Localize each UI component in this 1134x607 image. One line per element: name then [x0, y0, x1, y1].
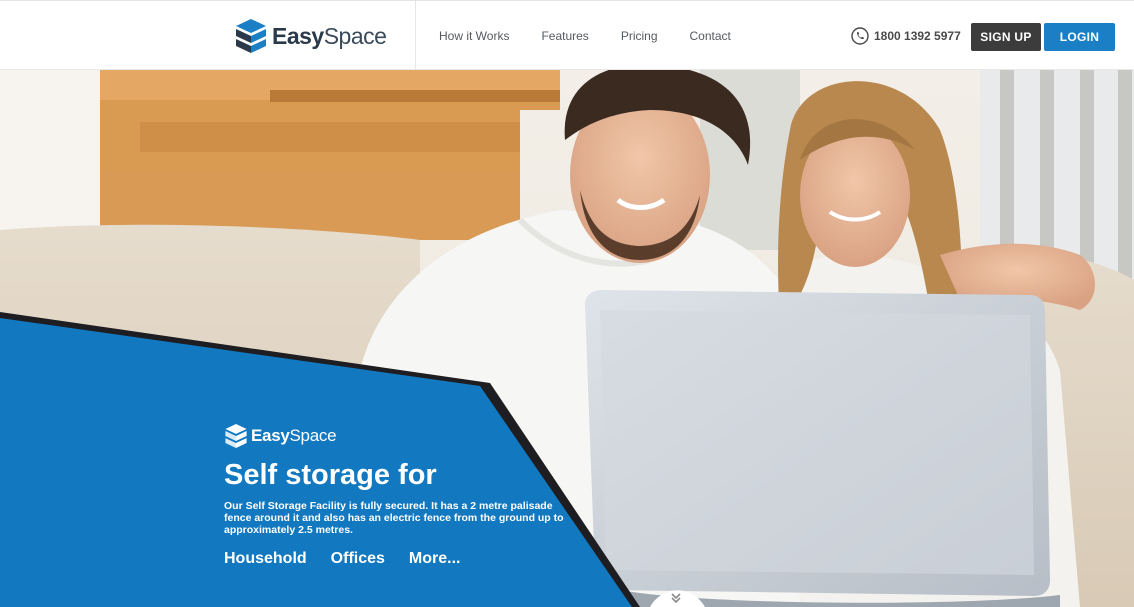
brand-wordmark: EasySpace	[272, 22, 387, 49]
hero-link-household[interactable]: Household	[224, 550, 307, 568]
brand-logo[interactable]: EasySpace	[234, 17, 387, 55]
phone-contact[interactable]: 1800 1392 5977	[851, 27, 961, 45]
main-nav: How it Works Features Pricing Contact	[439, 1, 763, 71]
nav-how-it-works[interactable]: How it Works	[439, 29, 509, 43]
logo-cube-icon	[225, 424, 247, 448]
hero-link-more[interactable]: More...	[409, 550, 461, 568]
phone-icon	[851, 27, 869, 45]
logo-cube-icon	[236, 19, 266, 53]
hero-description: Our Self Storage Facility is fully secur…	[224, 499, 564, 536]
hero-title: Self storage for	[224, 459, 437, 491]
nav-contact[interactable]: Contact	[690, 29, 731, 43]
hero-link-offices[interactable]: Offices	[331, 550, 385, 568]
hero-brand-wordmark: EasySpace	[251, 426, 337, 445]
hero-section: EasySpace Self storage for Our Self Stor…	[0, 70, 1134, 607]
phone-number: 1800 1392 5977	[874, 29, 961, 43]
nav-features[interactable]: Features	[541, 29, 588, 43]
hero-category-links: Household Offices More...	[224, 550, 584, 568]
chevron-down-icon[interactable]	[652, 584, 700, 607]
signup-button[interactable]: SIGN UP	[971, 23, 1041, 51]
site-header: EasySpace How it Works Features Pricing …	[0, 0, 1134, 70]
hero-copy: EasySpace Self storage for Our Self Stor…	[224, 422, 584, 568]
nav-pricing[interactable]: Pricing	[621, 29, 658, 43]
hero-brand-logo: EasySpace	[224, 422, 584, 450]
login-button[interactable]: LOGIN	[1044, 23, 1115, 51]
header-divider	[415, 1, 416, 70]
